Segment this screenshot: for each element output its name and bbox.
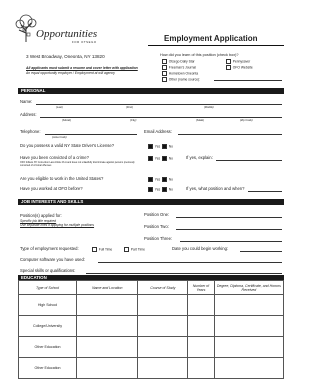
table-row: High School [17, 294, 285, 316]
name-label: Name: [20, 99, 33, 104]
address-label: Address: [20, 112, 37, 117]
course-cell[interactable] [137, 315, 189, 337]
position-three-field[interactable] [180, 241, 282, 242]
source-option-freemans[interactable]: Freeman's Journal [162, 65, 196, 71]
telephone-field[interactable] [45, 134, 137, 135]
school-type-cell: Other Education [17, 336, 78, 358]
telephone-label: Telephone: [20, 129, 41, 134]
table-row: Other Education [17, 357, 285, 379]
source-option-other[interactable]: Other (name source): [162, 77, 200, 83]
degree-cell[interactable] [213, 294, 285, 316]
eligible-no[interactable]: No [162, 177, 173, 183]
computer-software-label: Computer software you have used: [20, 257, 85, 262]
years-cell[interactable] [187, 315, 215, 337]
table-header-row: Type of School Name and Location Course … [17, 280, 285, 295]
course-cell[interactable] [137, 357, 189, 379]
part-time-option[interactable]: Part Time [124, 247, 145, 253]
source-option-star[interactable]: Otsego Daily Star [162, 59, 195, 65]
course-cell[interactable] [137, 336, 189, 358]
source-question: How did you learn of this position (chec… [160, 53, 239, 57]
column-header: Course of Study [137, 280, 189, 295]
source-option-pennysaver[interactable]: Pennysaver [226, 59, 250, 65]
start-date-label: Date you could begin working: [172, 246, 229, 251]
position-one-label: Position One: [144, 212, 170, 217]
position-three-label: Position Three: [144, 236, 173, 241]
position-two-label: Position Two: [144, 224, 169, 229]
column-header: Name and Location [76, 280, 139, 295]
source-option-website[interactable]: OFO Website [226, 65, 253, 71]
crime-explain-field[interactable] [216, 160, 282, 161]
logo-tree-icon [14, 13, 38, 43]
email-label: Email Address: [144, 129, 172, 134]
name-field[interactable] [36, 104, 282, 105]
logo-subtitle: FOR OTSEGO [72, 40, 97, 44]
section-personal: PERSONAL [18, 88, 284, 94]
crime-no[interactable]: No [162, 156, 173, 162]
table-row: College/University [17, 315, 285, 337]
special-skills-label: Special skills or qualifications: [20, 268, 76, 273]
worked-no[interactable]: No [162, 187, 173, 193]
positions-label: Position(s) applied for: [20, 213, 62, 218]
worked-question: Have you worked at OFO before? [20, 186, 83, 191]
name-location-cell[interactable] [76, 294, 139, 316]
section-job-interests: JOB INTERESTS AND SKILLS [18, 199, 284, 205]
full-time-option[interactable]: Full Time [92, 247, 112, 253]
course-cell[interactable] [137, 294, 189, 316]
employment-type-label: Type of employment requested: [20, 246, 79, 251]
separate-lines-note: Use separate lines if applying for multi… [20, 223, 95, 227]
equal-opportunity-notice: An equal opportunity employer / Employme… [26, 71, 115, 75]
resume-notice: All applicants must submit a resume and … [26, 66, 138, 70]
name-location-cell[interactable] [76, 315, 139, 337]
degree-cell[interactable] [213, 357, 285, 379]
school-type-cell: College/University [17, 315, 78, 337]
address-field[interactable] [40, 117, 282, 118]
degree-cell[interactable] [213, 315, 285, 337]
table-row: Other Education [17, 336, 285, 358]
column-header: Number of Years [187, 280, 215, 295]
name-location-cell[interactable] [76, 336, 139, 358]
logo-wordmark: Opportunities [36, 28, 98, 40]
years-cell[interactable] [187, 357, 215, 379]
worked-yes[interactable]: Yes [148, 187, 160, 193]
crime-question: Have you been convicted of a crime? [20, 155, 89, 160]
crime-explain-label: If yes, explain: [186, 155, 213, 160]
position-two-field[interactable] [176, 229, 282, 230]
eligible-yes[interactable]: Yes [148, 177, 160, 183]
worked-explain-label: If yes, what position and when? [186, 186, 245, 191]
license-question: Do you possess a valid NY State Driver's… [20, 143, 115, 148]
eligible-question: Are you eligible to work in the United S… [20, 176, 104, 181]
education-table: Type of School Name and Location Course … [17, 280, 285, 379]
crime-legal-note: OFO follows NY Correction Law Article 23… [20, 161, 135, 167]
column-header: Degree, Diploma, Certificate, and Honors… [213, 280, 285, 295]
position-one-field[interactable] [176, 217, 282, 218]
years-cell[interactable] [187, 336, 215, 358]
school-type-cell: High School [17, 294, 78, 316]
name-location-cell[interactable] [76, 357, 139, 379]
degree-cell[interactable] [213, 336, 285, 358]
form-title: Employment Application [164, 34, 258, 43]
years-cell[interactable] [187, 294, 215, 316]
worked-explain-field[interactable] [248, 191, 282, 192]
crime-yes[interactable]: Yes [148, 156, 160, 162]
special-skills-field[interactable] [86, 273, 282, 274]
computer-software-field[interactable] [98, 262, 282, 263]
license-no[interactable]: No [162, 144, 173, 150]
start-date-field[interactable] [240, 251, 282, 252]
source-option-hometown[interactable]: Hometown Oneonta [162, 71, 198, 77]
email-field[interactable] [178, 134, 282, 135]
column-header: Type of School [17, 280, 78, 295]
office-address: 3 West Broadway, Oneonta, NY 13820 [26, 54, 105, 59]
license-yes[interactable]: Yes [148, 144, 160, 150]
school-type-cell: Other Education [17, 357, 78, 379]
